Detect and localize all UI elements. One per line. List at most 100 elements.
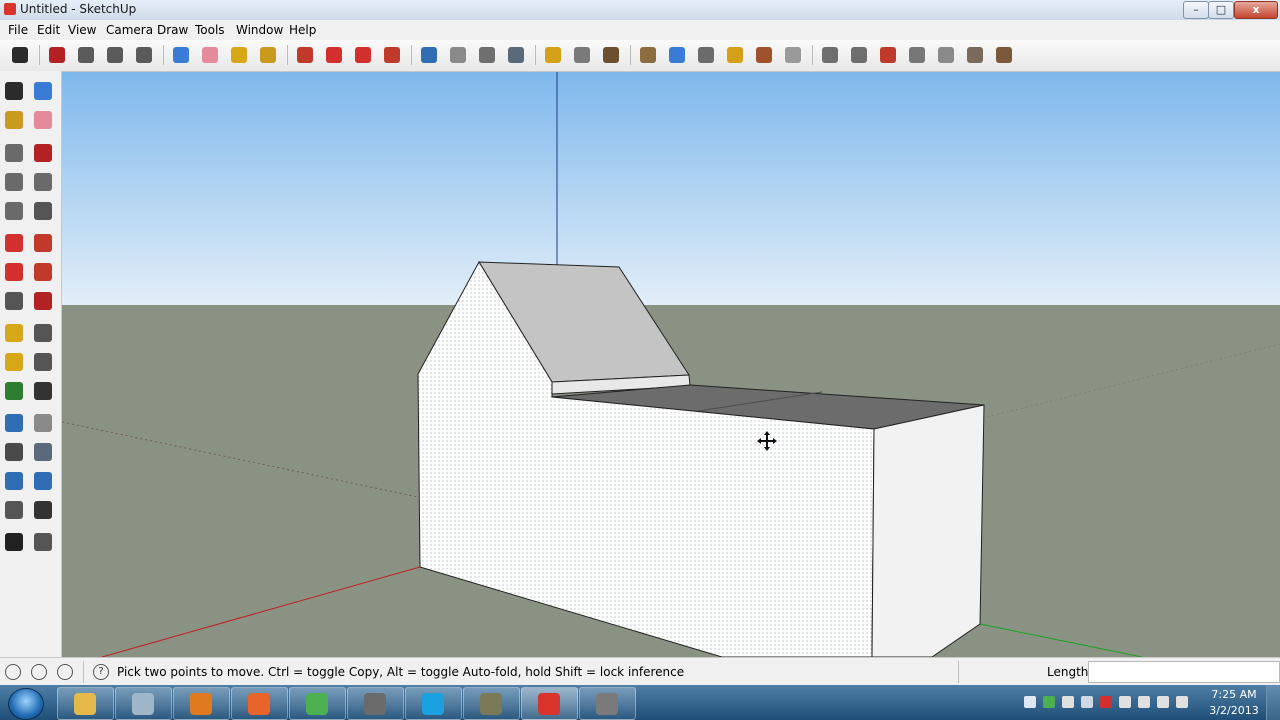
- menu-window[interactable]: Window: [236, 23, 283, 37]
- usb-icon[interactable]: [1138, 696, 1150, 708]
- next-view-button[interactable]: [31, 469, 55, 493]
- walk-tool-button[interactable]: [2, 530, 26, 554]
- eraser-tool-button[interactable]: [198, 43, 222, 67]
- media-center-taskbar-button[interactable]: [115, 687, 172, 720]
- screen-recorder-taskbar-button[interactable]: [579, 687, 636, 720]
- left-view-button[interactable]: [847, 43, 871, 67]
- freehand-tool-button[interactable]: [31, 199, 55, 223]
- right-view-button[interactable]: [781, 43, 805, 67]
- pan-tool-button[interactable]: [446, 43, 470, 67]
- skype-taskbar-button[interactable]: [405, 687, 462, 720]
- offset-tool-button[interactable]: [31, 289, 55, 313]
- orbit-tool-button[interactable]: [417, 43, 441, 67]
- close-button[interactable]: x: [1234, 1, 1278, 19]
- start-button[interactable]: [8, 688, 44, 720]
- zoom-extents-button[interactable]: [504, 43, 528, 67]
- length-input[interactable]: [1088, 661, 1280, 683]
- tape-measure-button[interactable]: [227, 43, 251, 67]
- tool-app-taskbar-button[interactable]: [347, 687, 404, 720]
- explorer-taskbar-button[interactable]: [57, 687, 114, 720]
- follow-me-button[interactable]: [380, 43, 404, 67]
- signal-icon[interactable]: [1176, 696, 1188, 708]
- axes-tool-button[interactable]: [2, 379, 26, 403]
- generic-app-taskbar-button[interactable]: [463, 687, 520, 720]
- menu-tools[interactable]: Tools: [195, 23, 225, 37]
- clock-time[interactable]: 7:25 AM: [1209, 688, 1259, 701]
- back-view-button[interactable]: [818, 43, 842, 67]
- pan-tool-button[interactable]: [31, 411, 55, 435]
- minimize-button[interactable]: –: [1183, 1, 1209, 19]
- polygon-tool-button[interactable]: [2, 199, 26, 223]
- 3d-text-button[interactable]: [31, 379, 55, 403]
- arc-tool-button[interactable]: [132, 43, 156, 67]
- get-models-button[interactable]: [541, 43, 565, 67]
- push-pull-button[interactable]: [31, 231, 55, 255]
- circle-tool-button[interactable]: [103, 43, 127, 67]
- menu-file[interactable]: File: [8, 23, 28, 37]
- menu-view[interactable]: View: [68, 23, 96, 37]
- position-camera-button[interactable]: [2, 498, 26, 522]
- rotate-tool-button[interactable]: [351, 43, 375, 67]
- text-tool-button[interactable]: [31, 350, 55, 374]
- alert-icon[interactable]: [1100, 696, 1112, 708]
- scale-tool-button[interactable]: [2, 289, 26, 313]
- push-pull-button[interactable]: [293, 43, 317, 67]
- line-tool-button[interactable]: [31, 141, 55, 165]
- zoom-tool-button[interactable]: [475, 43, 499, 67]
- geo-location-status-icon[interactable]: [5, 664, 21, 680]
- rectangle-tool-button[interactable]: [74, 43, 98, 67]
- maximize-button[interactable]: □: [1208, 1, 1234, 19]
- select-tool-button[interactable]: [8, 43, 32, 67]
- menu-help[interactable]: Help: [289, 23, 316, 37]
- make-component-button[interactable]: [169, 43, 193, 67]
- circle-tool-button[interactable]: [2, 170, 26, 194]
- orbit-tool-button[interactable]: [2, 411, 26, 435]
- help-icon[interactable]: ?: [93, 664, 109, 680]
- protractor-button[interactable]: [2, 350, 26, 374]
- shaded-style-button[interactable]: [963, 43, 987, 67]
- monitor-icon[interactable]: [1081, 696, 1093, 708]
- credits-status-icon[interactable]: [31, 664, 47, 680]
- menu-camera[interactable]: Camera: [106, 23, 153, 37]
- chrome-taskbar-button[interactable]: [289, 687, 346, 720]
- clock-date[interactable]: 3/2/2013: [1209, 704, 1259, 717]
- share-model-button[interactable]: [570, 43, 594, 67]
- hidden-line-style-button[interactable]: [934, 43, 958, 67]
- textured-style-button[interactable]: [992, 43, 1016, 67]
- network-icon[interactable]: [1043, 696, 1055, 708]
- menu-draw[interactable]: Draw: [157, 23, 188, 37]
- line-tool-button[interactable]: [45, 43, 69, 67]
- rectangle-tool-button[interactable]: [2, 141, 26, 165]
- xray-style-button[interactable]: [876, 43, 900, 67]
- move-tool-button[interactable]: [322, 43, 346, 67]
- model-view[interactable]: [62, 72, 1280, 657]
- geo-location-button[interactable]: [665, 43, 689, 67]
- place-model-button[interactable]: [636, 43, 660, 67]
- firefox-taskbar-button[interactable]: [231, 687, 288, 720]
- show-hidden-icons-icon[interactable]: [1024, 696, 1036, 708]
- paint-bucket-button[interactable]: [256, 43, 280, 67]
- zoom-tool-button[interactable]: [2, 440, 26, 464]
- wireframe-style-button[interactable]: [905, 43, 929, 67]
- look-around-button[interactable]: [31, 498, 55, 522]
- dimension-tool-button[interactable]: [31, 321, 55, 345]
- volume-icon[interactable]: [1119, 696, 1131, 708]
- move-tool-button[interactable]: [2, 231, 26, 255]
- follow-me-button[interactable]: [31, 260, 55, 284]
- rotate-tool-button[interactable]: [2, 260, 26, 284]
- tape-measure-button[interactable]: [2, 321, 26, 345]
- menu-edit[interactable]: Edit: [37, 23, 60, 37]
- mail-icon[interactable]: [1062, 696, 1074, 708]
- previous-view-button[interactable]: [2, 469, 26, 493]
- share-component-button[interactable]: [599, 43, 623, 67]
- make-component-button[interactable]: [31, 79, 55, 103]
- user-status-icon[interactable]: [57, 664, 73, 680]
- top-view-button[interactable]: [723, 43, 747, 67]
- select-tool-button[interactable]: [2, 79, 26, 103]
- media-player-taskbar-button[interactable]: [173, 687, 230, 720]
- front-view-button[interactable]: [752, 43, 776, 67]
- paint-bucket-button[interactable]: [2, 108, 26, 132]
- eraser-tool-button[interactable]: [31, 108, 55, 132]
- zoom-extents-button[interactable]: [31, 440, 55, 464]
- show-desktop-button[interactable]: [1266, 685, 1280, 720]
